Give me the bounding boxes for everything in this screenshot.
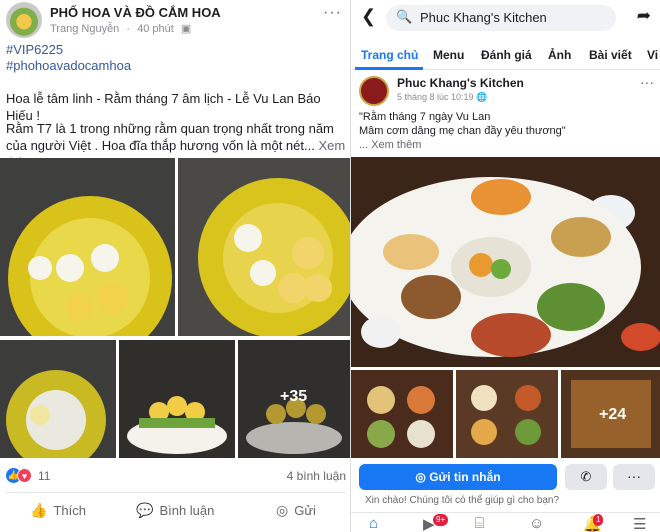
tab-reviews[interactable]: Đánh giá: [481, 48, 532, 62]
post-time[interactable]: 40 phút: [137, 23, 174, 35]
post-header: PHỐ HOA VÀ ĐỒ CẮM HOA Trang Nguyễn · 40 …: [6, 2, 346, 38]
notifications-badge: 1: [593, 514, 604, 526]
food-tray-photo: [351, 157, 660, 367]
actions-divider: [6, 492, 346, 493]
back-arrow-icon[interactable]: ❮: [361, 6, 376, 27]
group-name[interactable]: PHỐ HOA VÀ ĐỒ CẮM HOA: [50, 5, 221, 20]
send-label: Gửi: [294, 503, 316, 518]
video-badge: 9+: [433, 514, 449, 526]
groups-icon[interactable]: ☺: [529, 515, 544, 532]
phone-icon: ✆: [580, 469, 592, 484]
marketplace-icon[interactable]: ⌸: [475, 515, 484, 532]
bottom-nav: ⌂ ▶ 9+ ⌸ ☺ 🔔 1 ☰: [351, 512, 660, 532]
hashtag-vip[interactable]: #VIP6225: [6, 42, 63, 57]
engagement-counts: 👍 ♥ 11 4 bình luận: [6, 466, 346, 486]
more-options-icon[interactable]: ···: [640, 74, 654, 90]
food-tray-photo-2: [351, 370, 453, 458]
tab-photos[interactable]: Ảnh: [548, 48, 571, 62]
active-tab-indicator: [355, 67, 423, 70]
more-icon: ···: [627, 468, 641, 484]
more-photos-count: +35: [280, 388, 308, 405]
messenger-icon: ◎: [415, 470, 430, 484]
food-photo-4-more[interactable]: +24: [561, 370, 660, 458]
tab-menu[interactable]: Menu: [433, 48, 464, 62]
notifications-icon[interactable]: 🔔 1: [583, 514, 604, 532]
search-query[interactable]: Phuc Khang's Kitchen: [420, 10, 547, 25]
more-photos-count: +24: [599, 406, 627, 423]
video-icon[interactable]: ▶ 9+: [423, 514, 449, 532]
flower-tray-photo-3: [0, 340, 116, 458]
author-name[interactable]: Trang Nguyễn: [50, 23, 119, 35]
photo-4[interactable]: [119, 340, 235, 458]
send-message-label: Gửi tin nhắn: [429, 470, 501, 484]
post-date: 5 tháng 8 lúc 10:19 🌐: [397, 92, 487, 103]
globe-icon: 🌐: [476, 92, 488, 102]
flower-tray-photo-4: [119, 340, 235, 458]
send-button[interactable]: ◎ Gửi: [276, 502, 316, 519]
like-label: Thích: [53, 503, 86, 518]
food-photo-2[interactable]: [351, 370, 453, 458]
post-text-line2: Rằm T7 là 1 trong những rằm quan trọng n…: [6, 121, 334, 153]
send-message-button[interactable]: ◎ Gửi tin nhắn: [359, 464, 557, 490]
caption-line1: "Rằm tháng 7 ngày Vu Lan: [359, 111, 491, 123]
dot-separator: ·: [126, 23, 131, 35]
comment-button[interactable]: 💬 Bình luận: [136, 502, 214, 519]
menu-icon[interactable]: ☰: [633, 515, 646, 532]
group-icon: ▣: [180, 23, 192, 35]
food-tray-photo-3: [456, 370, 558, 458]
post-caption: "Rằm tháng 7 ngày Vu Lan Mâm cơm dâng mẹ…: [359, 110, 659, 152]
photo-2[interactable]: [178, 158, 350, 336]
share-arrow-icon[interactable]: ➦: [637, 6, 651, 26]
messenger-icon: ◎: [276, 502, 289, 518]
top-bar: ❮ 🔍 Phuc Khang's Kitchen ➦: [351, 0, 660, 36]
search-box[interactable]: 🔍 Phuc Khang's Kitchen: [386, 5, 616, 31]
comment-label: Bình luận: [159, 503, 215, 518]
food-photo-3[interactable]: [456, 370, 558, 458]
food-photo-main[interactable]: [351, 157, 660, 367]
tab-home[interactable]: Trang chủ: [361, 48, 418, 62]
more-actions-button[interactable]: ···: [613, 464, 655, 490]
hashtag-phohoa[interactable]: #phohoavadocamhoa: [6, 58, 131, 73]
see-more-link[interactable]: ... Xem thêm: [359, 138, 659, 152]
left-post-panel: PHỐ HOA VÀ ĐỒ CẮM HOA Trang Nguyễn · 40 …: [0, 0, 350, 532]
post-actions: 👍 Thích 💬 Bình luận ◎ Gửi: [6, 496, 346, 526]
search-icon: 🔍: [396, 9, 413, 24]
thumbs-up-icon: 👍: [30, 502, 48, 518]
like-button[interactable]: 👍 Thích: [30, 502, 86, 519]
flower-tray-photo-2: [178, 158, 350, 336]
post-date-text[interactable]: 5 tháng 8 lúc 10:19: [397, 92, 474, 102]
tab-videos[interactable]: Vi: [647, 48, 658, 62]
photo-1[interactable]: [0, 158, 175, 336]
love-reaction-icon: ♥: [17, 468, 32, 483]
page-avatar[interactable]: [359, 76, 389, 106]
comment-icon: 💬: [136, 502, 154, 518]
right-page-panel: ❮ 🔍 Phuc Khang's Kitchen ➦ Trang chủ Men…: [350, 0, 660, 532]
photo-5-more[interactable]: +35: [238, 340, 350, 458]
call-button[interactable]: ✆: [565, 464, 607, 490]
comment-count[interactable]: 4 bình luận: [287, 469, 346, 483]
group-avatar[interactable]: [6, 2, 42, 38]
flower-tray-photo-1: [0, 158, 175, 336]
chat-greeting[interactable]: Xin chào! Chúng tôi có thể giúp gì cho b…: [365, 495, 559, 506]
home-icon[interactable]: ⌂: [369, 515, 378, 532]
page-tabs: Trang chủ Menu Đánh giá Ảnh Bài viết Vi: [351, 40, 660, 70]
post-text-line1: Hoa lễ tâm linh - Rằm tháng 7 âm lịch - …: [6, 91, 321, 123]
post-meta: Trang Nguyễn · 40 phút ▣: [50, 22, 195, 35]
more-options-icon[interactable]: ···: [323, 4, 342, 22]
caption-line2: Mâm cơm dâng mẹ chan đầy yêu thương": [359, 125, 566, 137]
photo-3[interactable]: [0, 340, 116, 458]
reaction-count[interactable]: 11: [38, 469, 50, 483]
tab-posts[interactable]: Bài viết: [589, 48, 632, 62]
page-name[interactable]: Phuc Khang's Kitchen: [397, 76, 524, 90]
